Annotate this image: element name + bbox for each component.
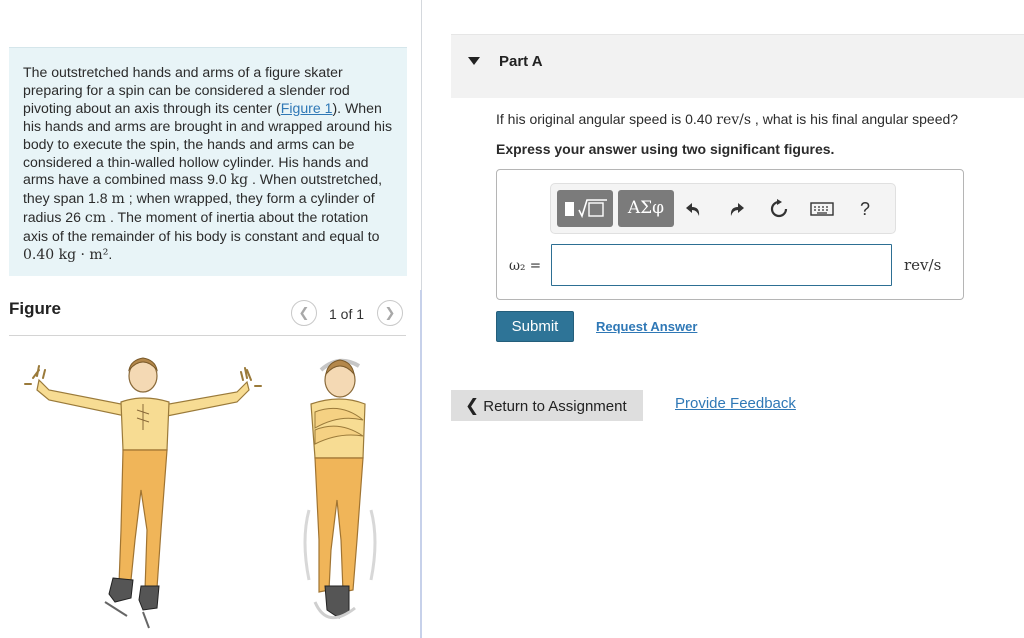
figure-header: Figure ❮ 1 of 1 ❯ bbox=[9, 296, 406, 336]
reset-button[interactable] bbox=[765, 195, 793, 223]
skater-figure-illustration bbox=[24, 357, 377, 629]
span-unit: m bbox=[111, 191, 125, 208]
math-toolbar: ΑΣφ ? bbox=[550, 183, 896, 234]
templates-button[interactable] bbox=[557, 190, 613, 227]
problem-text: The outstretched hands and arms of a fig… bbox=[23, 64, 393, 264]
keyboard-button[interactable] bbox=[808, 195, 836, 223]
figure-title: Figure bbox=[9, 299, 61, 318]
redo-icon bbox=[730, 203, 744, 216]
part-a-header[interactable]: Part A bbox=[451, 34, 1024, 98]
skater-arms-wrapped bbox=[303, 358, 377, 619]
moment-value: 0.40 kg · m² bbox=[23, 247, 109, 264]
help-icon: ? bbox=[859, 198, 870, 219]
chevron-right-icon: ❯ bbox=[384, 305, 396, 320]
part-title: Part A bbox=[499, 53, 543, 70]
answer-box: ΑΣφ ? ω₂ = rev/s bbox=[496, 169, 964, 300]
provide-feedback-link[interactable]: Provide Feedback bbox=[675, 395, 796, 412]
return-to-assignment-button[interactable]: ❮ Return to Assignment bbox=[451, 390, 643, 421]
request-answer-link[interactable]: Request Answer bbox=[596, 319, 697, 334]
collapse-caret-icon[interactable] bbox=[468, 57, 480, 65]
help-button[interactable]: ? bbox=[851, 195, 879, 223]
question-text: If his original angular speed is 0.40 re… bbox=[496, 111, 959, 128]
answer-unit-label: rev/s bbox=[904, 256, 942, 274]
undo-icon bbox=[686, 203, 700, 216]
question-unit: rev/s bbox=[716, 112, 752, 128]
undo-button[interactable] bbox=[680, 195, 708, 223]
figure-link[interactable]: Figure 1 bbox=[281, 100, 333, 116]
skater-arms-outstretched bbox=[24, 357, 262, 629]
symbols-button[interactable]: ΑΣφ bbox=[618, 190, 674, 227]
answer-variable-label: ω₂ = bbox=[509, 258, 542, 274]
templates-icon bbox=[565, 199, 607, 219]
problem-pane: The outstretched hands and arms of a fig… bbox=[0, 0, 421, 638]
problem-statement: The outstretched hands and arms of a fig… bbox=[9, 47, 407, 276]
chevron-left-icon: ❮ bbox=[465, 396, 480, 415]
radius-unit: cm bbox=[84, 210, 107, 227]
answer-input[interactable] bbox=[551, 244, 892, 286]
next-figure-button[interactable]: ❯ bbox=[377, 300, 403, 326]
instruction-text: Express your answer using two significan… bbox=[496, 141, 835, 157]
chevron-left-icon: ❮ bbox=[298, 305, 310, 320]
redo-button[interactable] bbox=[722, 195, 750, 223]
keyboard-icon bbox=[810, 202, 834, 216]
mass-unit: kg bbox=[230, 172, 249, 189]
prev-figure-button[interactable]: ❮ bbox=[291, 300, 317, 326]
reset-icon bbox=[770, 199, 788, 218]
pane-divider-accent bbox=[420, 290, 422, 638]
submit-button[interactable]: Submit bbox=[496, 311, 574, 342]
figure-pager-count: 1 of 1 bbox=[329, 306, 365, 322]
